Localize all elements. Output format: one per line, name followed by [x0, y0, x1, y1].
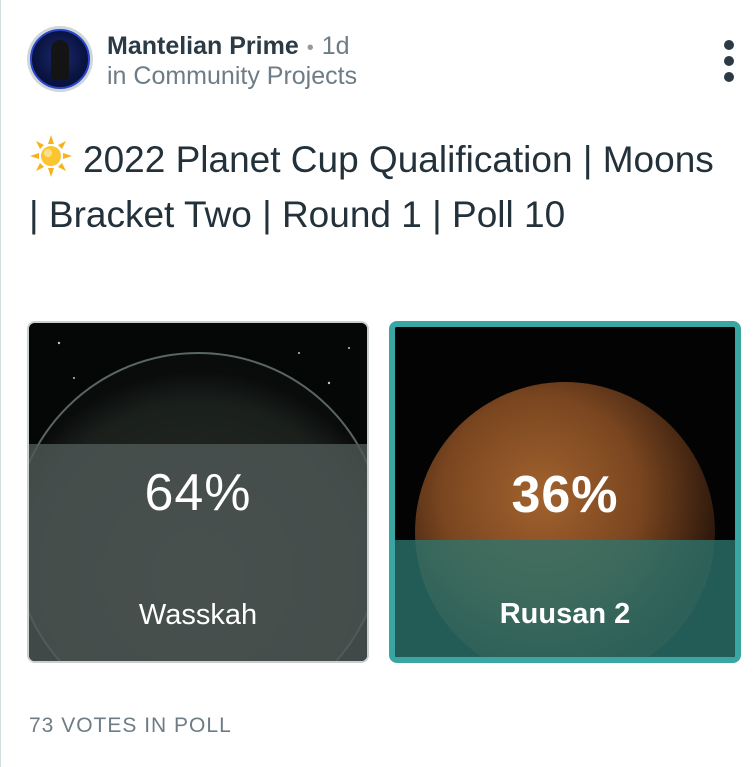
avatar-image — [30, 29, 90, 89]
poll-percent: 36% — [511, 466, 619, 524]
post-time: 1d — [321, 32, 350, 60]
post-header: Mantelian Prime • 1d in Community Projects — [27, 26, 747, 96]
author-name[interactable]: Mantelian Prime — [107, 32, 299, 60]
poll-option-label: Ruusan 2 — [499, 598, 631, 630]
sun-icon — [30, 135, 72, 177]
more-dot-icon — [724, 56, 734, 66]
hooded-figure-icon — [51, 40, 69, 80]
avatar[interactable] — [27, 26, 93, 92]
poll-vote-count: 73 VOTES IN POLL — [29, 714, 232, 737]
separator-dot: • — [306, 37, 314, 59]
author-line: Mantelian Prime • 1d — [107, 30, 350, 64]
poll-option-ruusan-2[interactable]: 36% Ruusan 2 — [389, 321, 741, 663]
more-dot-icon — [724, 40, 734, 50]
more-options-button[interactable] — [721, 40, 737, 84]
community-link[interactable]: in Community Projects — [107, 60, 357, 92]
post-card: Mantelian Prime • 1d in Community Projects… — [0, 0, 755, 767]
poll-percent: 64% — [144, 464, 252, 522]
post-title-text: 2022 Planet Cup Qualification | Moons | … — [29, 139, 714, 235]
more-dot-icon — [724, 72, 734, 82]
poll-option-wasskah[interactable]: 64% Wasskah — [27, 321, 369, 663]
post-title[interactable]: 2022 Planet Cup Qualification | Moons | … — [29, 132, 729, 242]
poll-option-label: Wasskah — [138, 599, 258, 631]
